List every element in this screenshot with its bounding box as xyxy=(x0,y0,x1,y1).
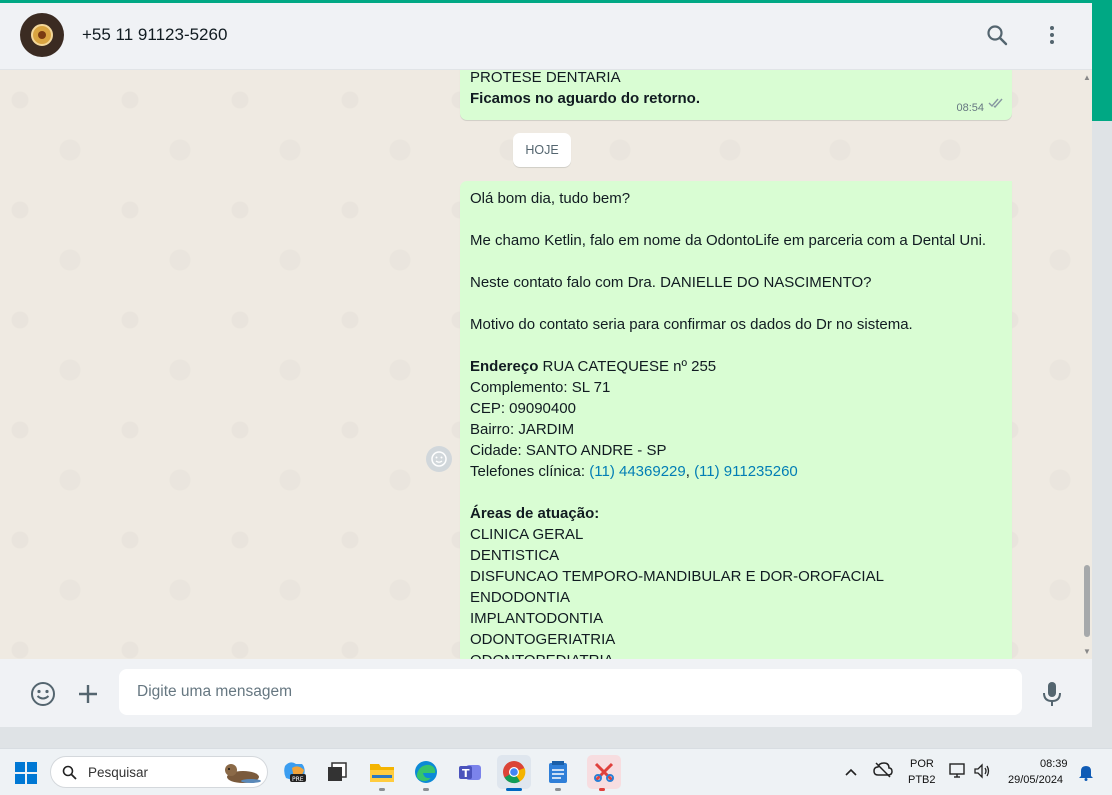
date-separator: HOJE xyxy=(513,133,571,167)
windows-taskbar: Pesquisar PRE T POR PTB2 08:39 29/05/202… xyxy=(0,748,1112,795)
chrome-icon[interactable] xyxy=(497,755,531,789)
area-item: IMPLANTODONTIA xyxy=(470,610,604,627)
scroll-up-arrow[interactable]: ▲ xyxy=(1083,74,1091,82)
phones-line: Telefones clínica: (11) 44369229, (11) 9… xyxy=(470,461,1002,482)
address-value: RUA CATEQUESE nº 255 xyxy=(542,358,717,375)
right-gutter xyxy=(1092,121,1112,727)
phone-link[interactable]: (11) 44369229 xyxy=(589,463,685,480)
active-indicator xyxy=(506,788,522,791)
taskbar-search[interactable]: Pesquisar xyxy=(50,756,268,788)
menu-dots-icon[interactable] xyxy=(1040,23,1064,47)
task-view-icon[interactable] xyxy=(322,757,352,787)
avatar-lion-logo xyxy=(31,24,53,46)
contact-name[interactable]: +55 11 91123-5260 xyxy=(82,25,227,45)
message-line: Neste contato falo com Dra. DANIELLE DO … xyxy=(470,274,872,291)
message-line: Olá bom dia, tudo bem? xyxy=(470,190,631,207)
message-line: Bairro: JARDIM xyxy=(470,421,575,438)
clock-date[interactable]: 29/05/2024 xyxy=(1008,774,1063,786)
message-time: 08:54 xyxy=(956,102,984,114)
keyboard-layout[interactable]: PTB2 xyxy=(908,774,936,786)
teams-icon[interactable]: T xyxy=(455,757,485,787)
message-composer xyxy=(0,659,1092,727)
cloud-offline-icon[interactable] xyxy=(873,761,893,784)
area-item: CLINICA GERAL xyxy=(470,526,584,543)
scrollbar-thumb[interactable] xyxy=(1084,565,1090,637)
message-line: CEP: 09090400 xyxy=(470,400,576,417)
notepad-icon[interactable] xyxy=(543,757,573,787)
phone-link[interactable]: (11) 911235260 xyxy=(694,463,798,480)
snipping-tool-icon[interactable] xyxy=(587,755,621,789)
attach-plus-icon[interactable] xyxy=(76,682,100,711)
emoji-icon[interactable] xyxy=(30,681,56,712)
message-list[interactable]: PROTESE DENTARIA Ficamos no aguardo do r… xyxy=(0,70,1092,659)
right-accent-strip xyxy=(1092,3,1112,121)
running-indicator xyxy=(423,788,429,791)
notification-bell-icon[interactable] xyxy=(1078,763,1094,786)
message-line: Cidade: SANTO ANDRE - SP xyxy=(470,442,667,459)
otter-highlight-icon xyxy=(221,761,263,790)
area-item: DISFUNCAO TEMPORO-MANDIBULAR E DOR-OROFA… xyxy=(470,568,884,585)
keyboard-language[interactable]: POR xyxy=(910,758,934,770)
taskbar-search-placeholder: Pesquisar xyxy=(88,765,149,780)
area-item: ENDODONTIA xyxy=(470,589,571,606)
message-input[interactable] xyxy=(119,669,1022,715)
message-bubble-outgoing[interactable]: Olá bom dia, tudo bem? Me chamo Ketlin, … xyxy=(460,181,1012,659)
running-indicator xyxy=(599,788,605,791)
emoji-reaction-icon[interactable] xyxy=(426,446,452,472)
message-bubble-previous[interactable]: PROTESE DENTARIA Ficamos no aguardo do r… xyxy=(460,70,1012,120)
message-line: PROTESE DENTARIA xyxy=(470,70,621,86)
area-item: DENTISTICA xyxy=(470,547,560,564)
network-icon[interactable] xyxy=(949,763,967,784)
address-label: Endereço xyxy=(470,358,539,375)
search-icon[interactable] xyxy=(985,23,1009,47)
address-line: Endereço RUA CATEQUESE nº 255 xyxy=(470,356,1002,377)
area-item: ODONTOPEDIATRIA xyxy=(470,650,1002,659)
chevron-up-icon[interactable] xyxy=(844,764,858,782)
file-explorer-icon[interactable] xyxy=(367,757,397,787)
phones-label: Telefones clínica: xyxy=(470,463,586,480)
chat-header: +55 11 91123-5260 xyxy=(0,3,1092,70)
double-check-icon xyxy=(988,93,1004,114)
message-line: Motivo do contato seria para confirmar o… xyxy=(470,316,913,333)
avatar[interactable] xyxy=(20,13,64,57)
edge-browser-icon[interactable] xyxy=(411,757,441,787)
areas-title: Áreas de atuação: xyxy=(470,505,600,522)
volume-icon[interactable] xyxy=(973,763,991,784)
copilot-icon[interactable]: PRE xyxy=(280,757,310,787)
scroll-down-arrow[interactable]: ▼ xyxy=(1083,648,1091,656)
whatsapp-chat-window: +55 11 91123-5260 PROTESE DENTARIA Ficam… xyxy=(0,3,1092,727)
clock-time[interactable]: 08:39 xyxy=(1040,758,1068,770)
running-indicator xyxy=(555,788,561,791)
svg-text:T: T xyxy=(462,767,470,780)
search-icon xyxy=(62,765,77,785)
message-line: Complemento: SL 71 xyxy=(470,379,611,396)
message-line: Me chamo Ketlin, falo em nome da OdontoL… xyxy=(470,232,987,249)
svg-text:PRE: PRE xyxy=(292,776,304,783)
phone-separator: , xyxy=(685,463,690,480)
message-line: Ficamos no aguardo do retorno. xyxy=(470,90,701,107)
area-item: ODONTOGERIATRIA xyxy=(470,631,616,648)
running-indicator xyxy=(379,788,385,791)
windows-start-icon[interactable] xyxy=(14,761,38,785)
microphone-icon[interactable] xyxy=(1042,681,1062,712)
